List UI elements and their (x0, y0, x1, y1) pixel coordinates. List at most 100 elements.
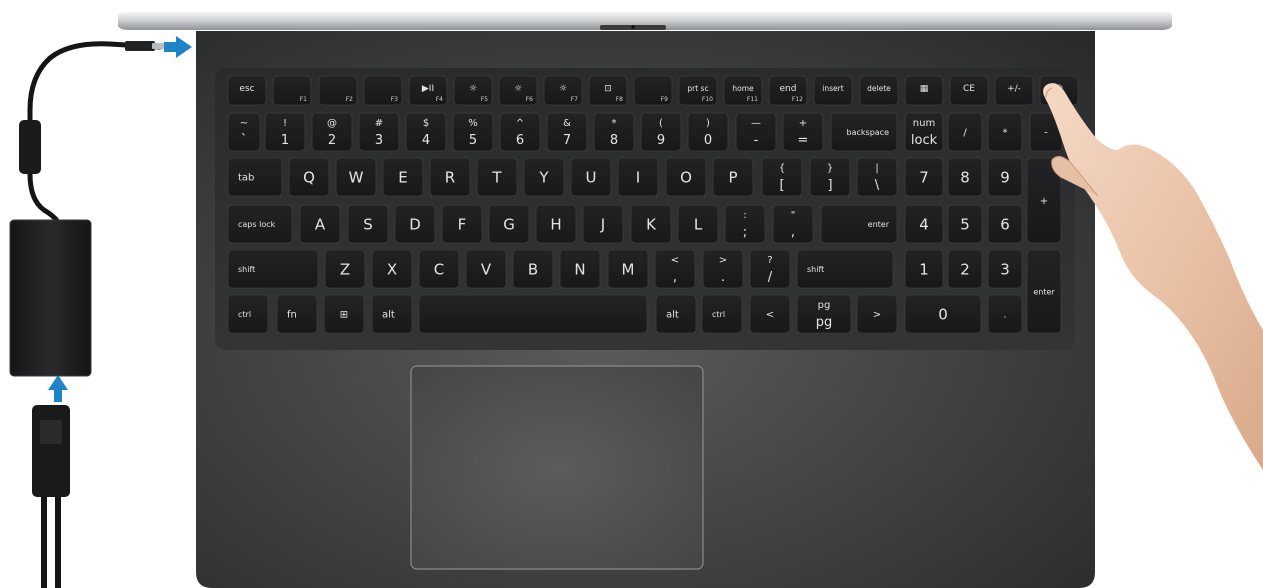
key-fn[interactable]: fn (276, 294, 318, 334)
key-0[interactable]: 0 (904, 294, 982, 334)
key-[interactable]: @2 (311, 112, 353, 152)
key-esc[interactable]: esc (227, 75, 267, 106)
key-g[interactable]: G (488, 204, 530, 244)
key-u[interactable]: U (570, 157, 612, 197)
key-ii[interactable]: ▶IIF4 (408, 75, 448, 106)
key-5[interactable]: 5 (947, 204, 983, 244)
key-4[interactable]: 4 (904, 204, 944, 244)
key-1[interactable]: 1 (904, 249, 944, 289)
key-[interactable]: —- (735, 112, 777, 152)
key-j[interactable]: J (582, 204, 624, 244)
key-2[interactable]: 2 (947, 249, 983, 289)
key-label: | (875, 163, 878, 174)
key-backspace[interactable]: backspace (830, 112, 898, 152)
key-[interactable]: +/- (994, 75, 1034, 106)
key-f1[interactable]: F1 (272, 75, 312, 106)
key-d[interactable]: D (394, 204, 436, 244)
key-s[interactable]: S (347, 204, 389, 244)
key-caps-lock[interactable]: caps lock (227, 204, 293, 244)
key-[interactable]: * (987, 112, 1023, 152)
key-[interactable]: &7 (546, 112, 588, 152)
key-[interactable]: |\ (856, 157, 898, 197)
key-delete[interactable]: delete (859, 75, 899, 106)
key-label: shift (807, 265, 824, 274)
key-[interactable]: !1 (264, 112, 306, 152)
key-[interactable]: >. (702, 249, 744, 289)
key-r[interactable]: R (429, 157, 471, 197)
key-[interactable]: (9 (640, 112, 682, 152)
touchpad[interactable] (410, 365, 704, 570)
key-pg[interactable]: pg pg (796, 294, 852, 334)
key-[interactable]: :; (724, 204, 766, 244)
key-c[interactable]: C (418, 249, 460, 289)
key-p[interactable]: P (712, 157, 754, 197)
key-label: U (586, 168, 597, 186)
key-[interactable]: %5 (452, 112, 494, 152)
key-7[interactable]: 7 (904, 157, 944, 197)
key-[interactable]: <, (654, 249, 696, 289)
key-[interactable]: < (749, 294, 791, 334)
key-[interactable]: ⊞ (323, 294, 365, 334)
key-[interactable]: ", (772, 204, 814, 244)
key-blank[interactable] (418, 294, 648, 334)
key-[interactable]: . (987, 294, 1023, 334)
key-enter[interactable]: enter (1026, 249, 1062, 334)
key-end[interactable]: end F12 (768, 75, 808, 106)
key-6[interactable]: 6 (987, 204, 1023, 244)
key-ctrl[interactable]: ctrl (701, 294, 743, 334)
key-z[interactable]: Z (324, 249, 366, 289)
key-[interactable]: ☼ F5 (453, 75, 493, 106)
key-[interactable]: ?/ (749, 249, 791, 289)
key-ctrl[interactable]: ctrl (227, 294, 269, 334)
key-ce[interactable]: CE (949, 75, 989, 106)
key-9[interactable]: 9 (987, 157, 1023, 197)
key-prt-sc[interactable]: prt sc F10 (678, 75, 718, 106)
key-alt[interactable]: alt (655, 294, 697, 334)
key-[interactable]: *8 (593, 112, 635, 152)
key-shift[interactable]: shift (796, 249, 894, 289)
key-[interactable]: ^6 (499, 112, 541, 152)
key-[interactable]: }] (809, 157, 851, 197)
key-f2[interactable]: F2 (318, 75, 358, 106)
key-f3[interactable]: F3 (363, 75, 403, 106)
key-h[interactable]: H (535, 204, 577, 244)
key-n[interactable]: N (559, 249, 601, 289)
key-q[interactable]: Q (288, 157, 330, 197)
key-tab[interactable]: tab (227, 157, 283, 197)
key-w[interactable]: W (335, 157, 377, 197)
key-insert[interactable]: insert (813, 75, 853, 106)
key-[interactable]: > (856, 294, 898, 334)
key-[interactable]: ▦ (904, 75, 944, 106)
key-y[interactable]: Y (523, 157, 565, 197)
key-shift[interactable]: shift (227, 249, 319, 289)
key-a[interactable]: A (299, 204, 341, 244)
key-num[interactable]: num lock (904, 112, 944, 152)
key-v[interactable]: V (465, 249, 507, 289)
key-x[interactable]: X (371, 249, 413, 289)
key-[interactable]: {[ (761, 157, 803, 197)
key-home[interactable]: home F11 (723, 75, 763, 106)
key-m[interactable]: M (607, 249, 649, 289)
key-alt[interactable]: alt (371, 294, 413, 334)
key-o[interactable]: O (665, 157, 707, 197)
key-[interactable]: ~` (227, 112, 261, 152)
key-[interactable]: )0 (687, 112, 729, 152)
key-f9[interactable]: F9 (633, 75, 673, 106)
key-enter[interactable]: enter (820, 204, 898, 244)
key-k[interactable]: K (630, 204, 672, 244)
key-[interactable]: #3 (358, 112, 400, 152)
key-[interactable]: ⊡ F8 (588, 75, 628, 106)
key-[interactable]: += (782, 112, 824, 152)
key-[interactable]: ☼ F7 (543, 75, 583, 106)
key-[interactable]: / (947, 112, 983, 152)
key-i[interactable]: I (617, 157, 659, 197)
key-[interactable]: $4 (405, 112, 447, 152)
key-t[interactable]: T (476, 157, 518, 197)
key-f[interactable]: F (441, 204, 483, 244)
key-3[interactable]: 3 (987, 249, 1023, 289)
key-b[interactable]: B (512, 249, 554, 289)
key-[interactable]: ☼ F6 (498, 75, 538, 106)
key-e[interactable]: E (382, 157, 424, 197)
key-8[interactable]: 8 (947, 157, 983, 197)
key-l[interactable]: L (677, 204, 719, 244)
